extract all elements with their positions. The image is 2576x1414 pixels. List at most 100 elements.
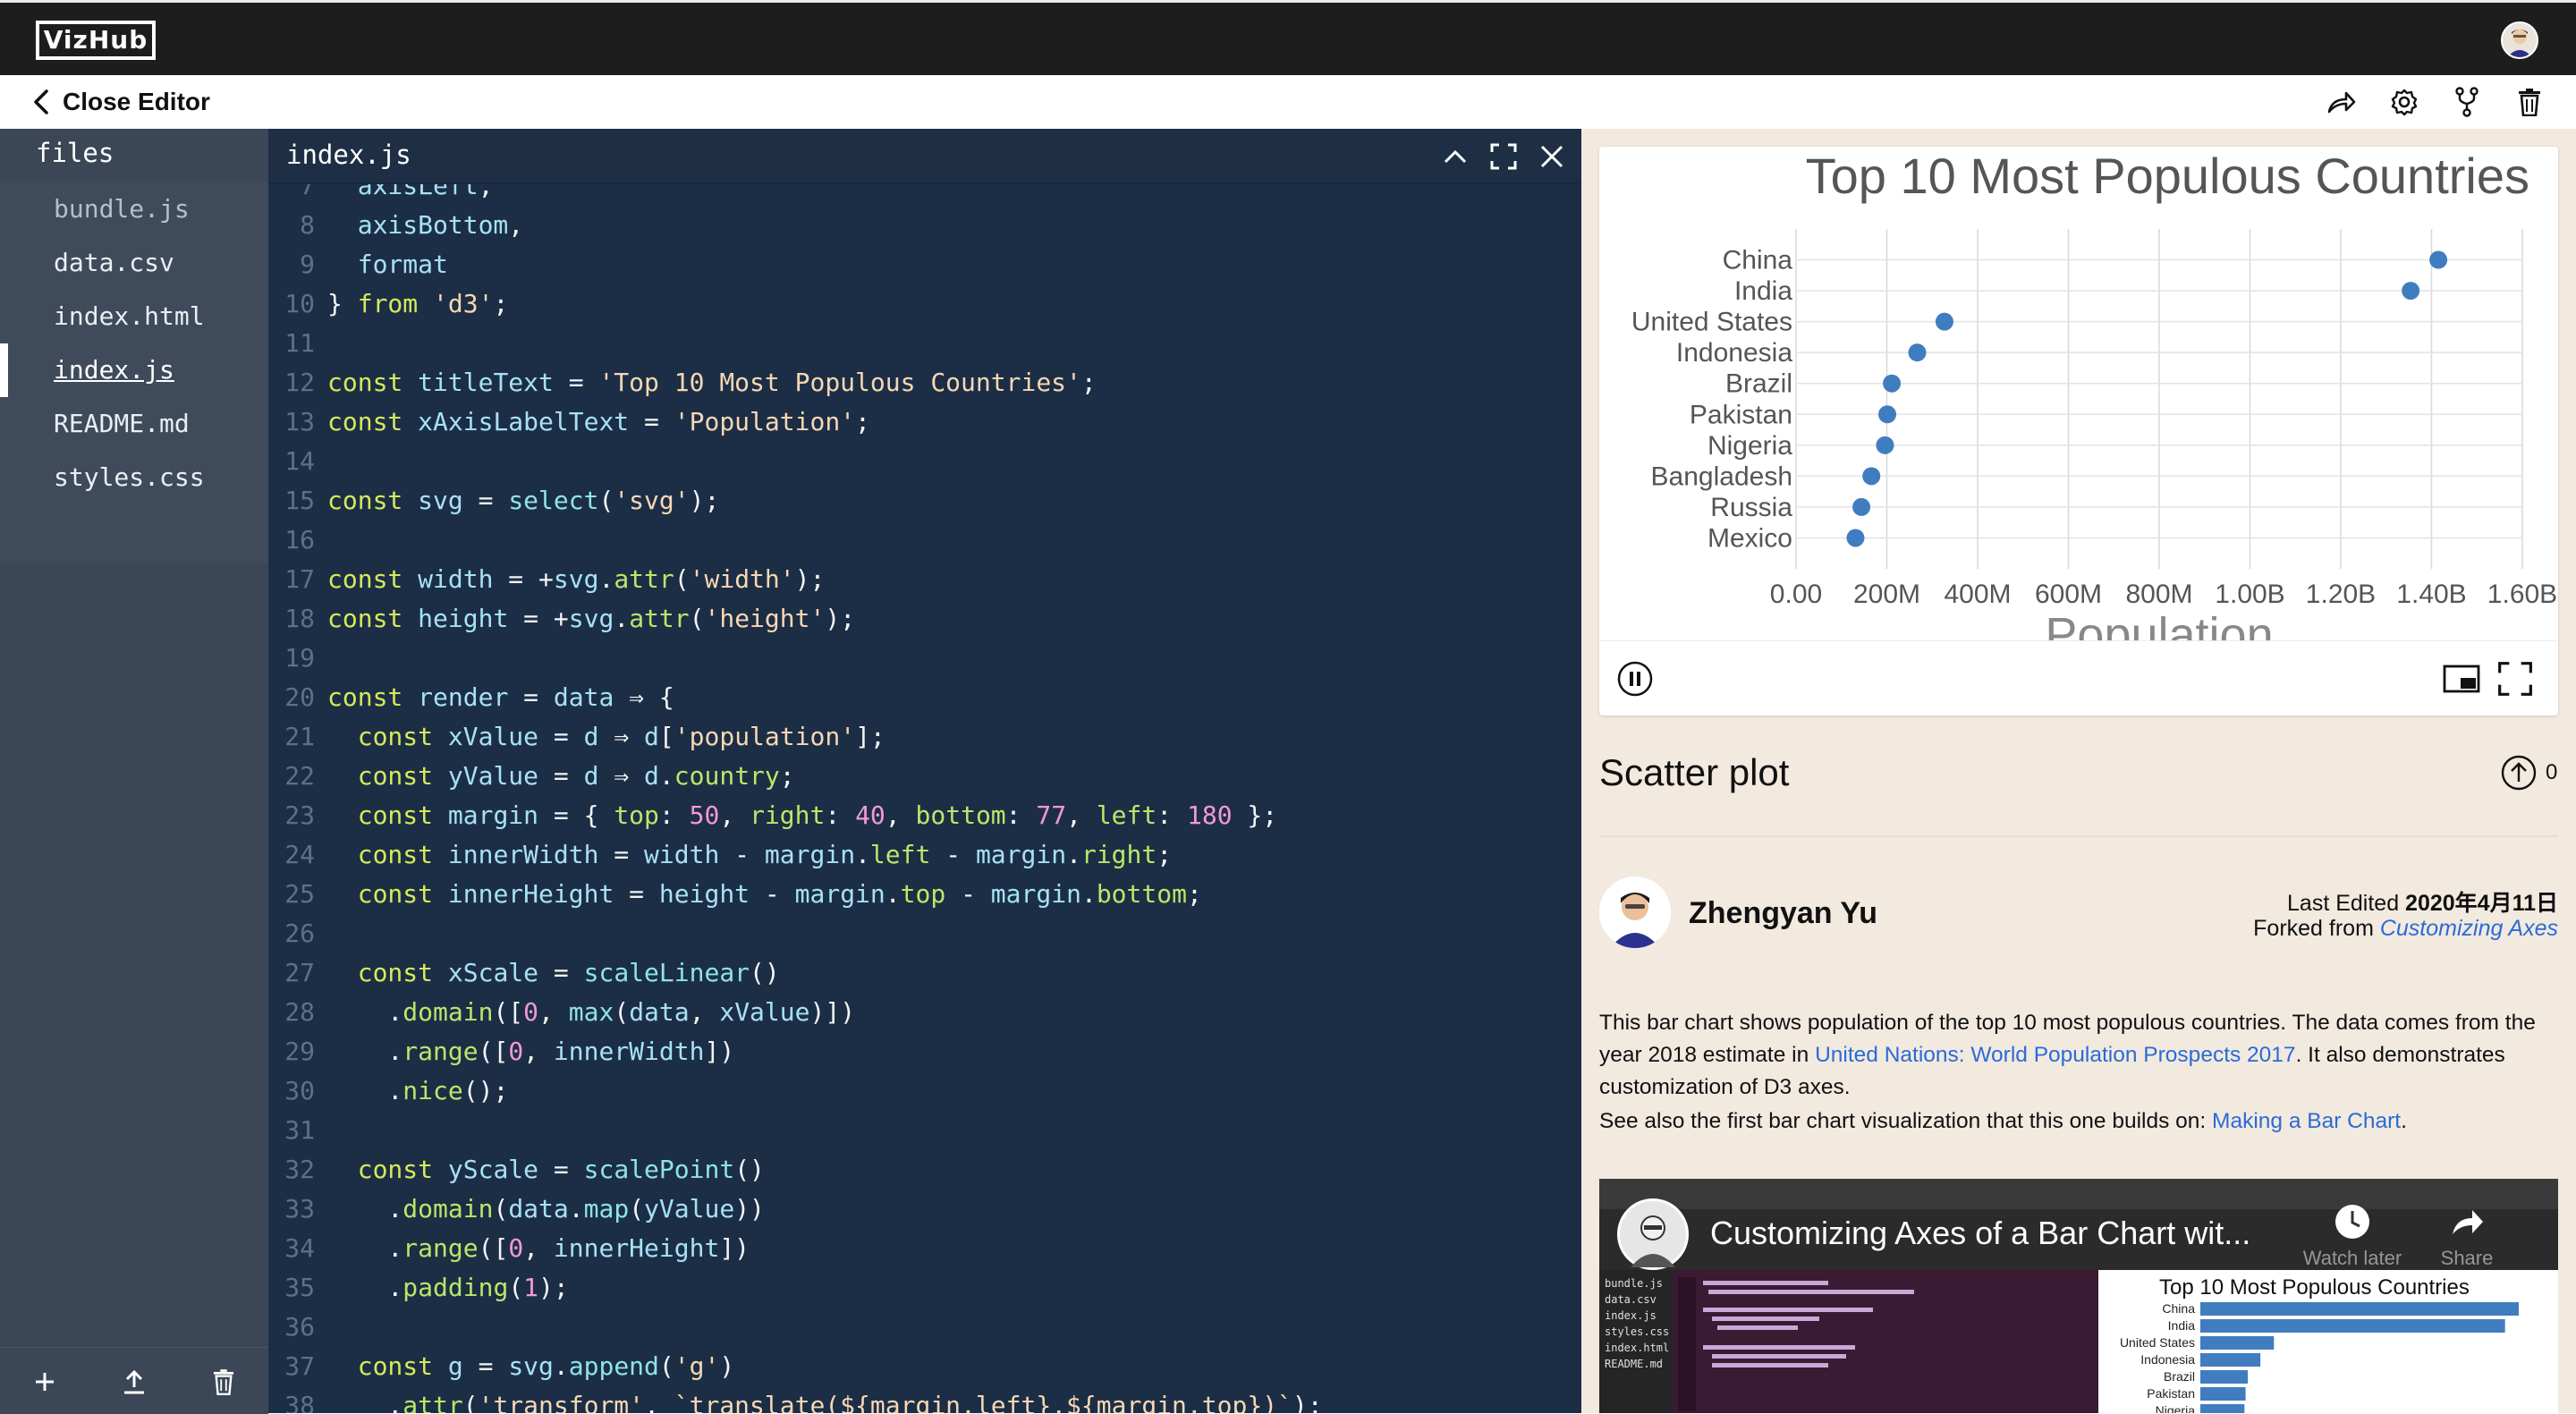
file-item-bundle-js[interactable]: bundle.js xyxy=(0,182,268,236)
code-line: 37 const g = svg.append('g') xyxy=(268,1347,1581,1386)
fork-icon[interactable] xyxy=(2449,84,2485,120)
code-text-area[interactable]: 7 axisLeft, 8 axisBottom, 9 format 10} from… xyxy=(268,184,1581,1413)
forked-from-link[interactable]: Customizing Axes xyxy=(2380,916,2558,941)
video-file-item: index.js xyxy=(1605,1309,1657,1322)
share-arrow-icon xyxy=(2453,1210,2483,1234)
code-token: g xyxy=(447,1351,463,1381)
code-token: innerHeight xyxy=(447,879,614,909)
y-tick-label: Nigeria xyxy=(1707,431,1792,461)
code-token: , xyxy=(523,1037,554,1066)
code-token: ( xyxy=(689,604,705,633)
code-token: , xyxy=(689,997,720,1027)
code-line: 28 .domain([0, max(data, xValue)]) xyxy=(268,993,1581,1032)
code-token: . xyxy=(327,1233,403,1263)
code-token: = xyxy=(538,1155,584,1184)
code-token: 'Population' xyxy=(674,407,856,436)
y-tick-label: Brazil xyxy=(1725,369,1792,399)
close-tab-x-icon[interactable] xyxy=(1535,140,1569,174)
code-token: ([ xyxy=(493,997,524,1027)
code-line: 32 const yScale = scalePoint() xyxy=(268,1150,1581,1190)
code-token: yValue xyxy=(447,761,539,791)
code-token: } xyxy=(327,289,358,318)
un-population-link[interactable]: United Nations: World Population Prospec… xyxy=(1815,1043,2296,1067)
code-token: xAxisLabelText xyxy=(418,407,630,436)
mini-player-icon[interactable] xyxy=(2442,659,2481,699)
file-item-readme-md[interactable]: README.md xyxy=(0,397,268,451)
visualization-card: Top 10 Most Populous Countries 0.00 200M 40… xyxy=(1599,147,2558,715)
viz-fullscreen-icon[interactable] xyxy=(2496,659,2535,699)
code-line: 11 xyxy=(268,324,1581,363)
forked-label: Forked from xyxy=(2253,916,2380,941)
close-editor-button[interactable]: Close Editor xyxy=(32,82,210,122)
code-token: ⇒ { xyxy=(614,682,674,712)
code-token: 0 xyxy=(508,1037,524,1066)
line-number: 19 xyxy=(284,643,315,673)
code-token: ; xyxy=(779,761,795,791)
code-token: bottom xyxy=(915,800,1006,830)
code-token: ); xyxy=(689,486,720,515)
code-token: xValue xyxy=(447,722,539,751)
author-avatar[interactable] xyxy=(1599,876,1671,948)
file-item-styles-css[interactable]: styles.css xyxy=(0,451,268,504)
line-number: 32 xyxy=(284,1155,315,1184)
close-editor-label: Close Editor xyxy=(63,88,210,115)
code-line: 12 const titleText = 'Top 10 Most Populou… xyxy=(268,363,1581,402)
video-embed[interactable]: bundle.js data.csv index.js styles.css index… xyxy=(1599,1179,2558,1413)
file-item-index-html[interactable]: index.html xyxy=(0,290,268,343)
data-point xyxy=(1908,343,1927,362)
vizhub-logo[interactable]: VizHub xyxy=(36,21,156,60)
delete-trash-icon[interactable] xyxy=(2512,84,2547,120)
code-token: = xyxy=(538,722,584,751)
making-bar-chart-link[interactable]: Making a Bar Chart xyxy=(2212,1109,2401,1133)
upload-icon[interactable] xyxy=(114,1362,154,1401)
fullscreen-icon[interactable] xyxy=(1487,140,1521,174)
code-token: max xyxy=(568,997,614,1027)
watch-later-button-area[interactable]: Watch later xyxy=(2299,1202,2406,1270)
code-token: . xyxy=(568,1194,584,1223)
share-icon[interactable] xyxy=(2324,84,2360,120)
code-token: 50 xyxy=(689,800,720,830)
top-bar: VizHub xyxy=(0,0,2576,75)
code-token: 40 xyxy=(855,800,886,830)
code-token: width xyxy=(418,564,494,594)
code-token: . xyxy=(885,879,901,909)
user-avatar[interactable] xyxy=(2501,21,2538,59)
code-token: margin xyxy=(990,879,1081,909)
code-token: 180 xyxy=(1186,800,1233,830)
code-token: ( xyxy=(658,1351,674,1381)
new-file-plus-icon[interactable] xyxy=(25,1362,64,1401)
files-heading: files xyxy=(36,138,114,168)
data-point xyxy=(1883,374,1902,393)
code-token: . xyxy=(327,1391,403,1413)
code-token: data xyxy=(629,997,690,1027)
code-token: const xyxy=(357,1155,434,1184)
collapse-chevron-up-icon[interactable] xyxy=(1438,140,1472,174)
code-line: 16 xyxy=(268,521,1581,560)
code-token: = + xyxy=(508,604,569,633)
settings-gear-icon[interactable] xyxy=(2386,84,2422,120)
code-token: , xyxy=(719,800,750,830)
author-name[interactable]: Zhengyan Yu xyxy=(1689,896,1877,931)
code-token: ( xyxy=(598,486,614,515)
data-point xyxy=(1935,312,1953,331)
code-token: format xyxy=(357,250,448,279)
code-token: . xyxy=(327,1076,403,1105)
code-line: 38 .attr('transform', `translate(${margi… xyxy=(268,1386,1581,1413)
code-token: )) xyxy=(734,1194,765,1223)
x-tick-label: 1.20B xyxy=(2306,580,2376,609)
video-title[interactable]: Customizing Axes of a Bar Chart wit... xyxy=(1710,1215,2250,1252)
file-item-index-js[interactable]: index.js xyxy=(0,343,268,397)
pause-icon[interactable] xyxy=(1615,659,1655,699)
share-video-button[interactable]: Share xyxy=(2422,1202,2512,1270)
code-token: 'd3' xyxy=(433,289,494,318)
code-token: 'width' xyxy=(689,564,795,594)
delete-file-trash-icon[interactable] xyxy=(204,1362,243,1401)
upvote-button[interactable]: 0 xyxy=(2501,755,2557,791)
file-item-data-csv[interactable]: data.csv xyxy=(0,236,268,290)
tab-index-js[interactable]: index.js xyxy=(286,140,411,170)
video-chart-label: Brazil xyxy=(2164,1369,2195,1384)
